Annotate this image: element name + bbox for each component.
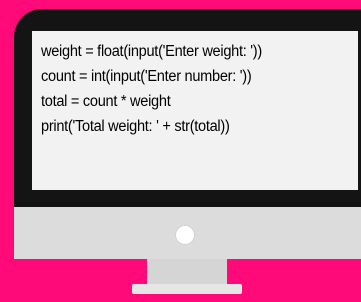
code-line-3: total = count * weight (41, 93, 171, 110)
code-line-1: weight = float(input('Enter weight: ')) (41, 43, 262, 60)
monitor-screen: weight = float(input('Enter weight: ')) … (32, 31, 358, 190)
code-line-2: count = int(input('Enter number: ')) (41, 68, 252, 85)
code-line-4: print('Total weight: ' + str(total)) (41, 118, 230, 135)
monitor-stand-base (132, 284, 242, 294)
monitor-illustration: weight = float(input('Enter weight: ')) … (0, 0, 361, 302)
power-button-icon (175, 225, 195, 245)
monitor-stand-neck (147, 259, 227, 287)
